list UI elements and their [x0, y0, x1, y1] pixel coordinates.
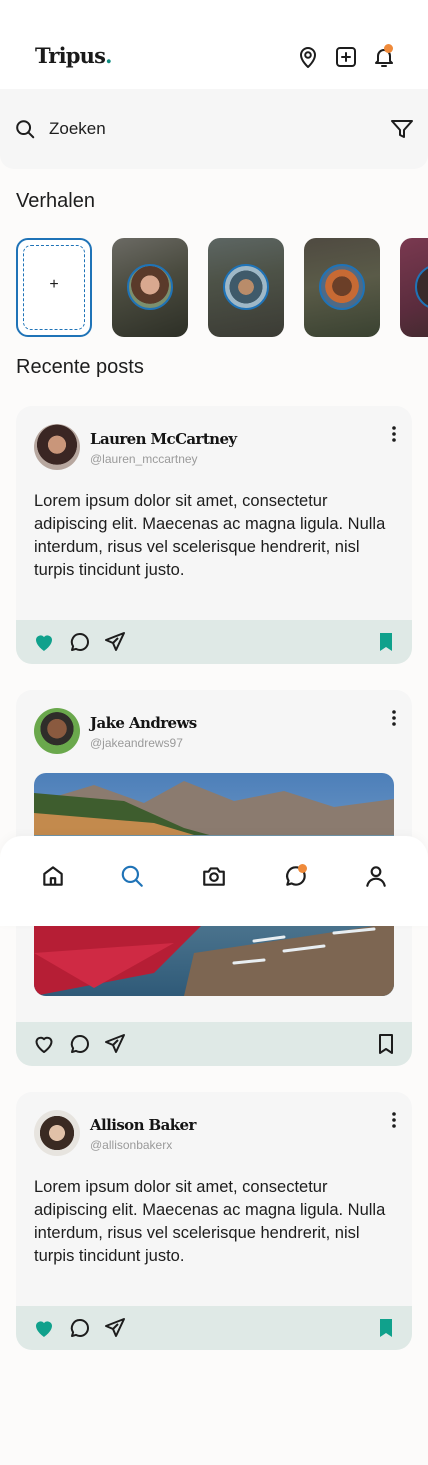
search-icon[interactable] [119, 863, 145, 889]
story-item-3[interactable] [304, 238, 380, 337]
story-item-4[interactable] [400, 238, 428, 337]
share-icon[interactable] [103, 1032, 127, 1056]
more-options-icon[interactable] [386, 1111, 402, 1129]
add-square-icon[interactable] [334, 45, 358, 69]
chat-icon[interactable] [283, 863, 309, 889]
stories-row: + [16, 238, 428, 338]
profile-icon[interactable] [363, 863, 389, 889]
search-bar [0, 89, 428, 169]
post-author-handle: @allisonbakerx [90, 1138, 173, 1152]
story-item-1[interactable] [112, 238, 188, 337]
post-text: Lorem ipsum dolor sit amet, consectetur … [34, 1178, 386, 1265]
post-author-name[interactable]: Jake Andrews [90, 714, 197, 732]
more-options-icon[interactable] [386, 709, 402, 727]
post-author-handle: @jakeandrews97 [90, 736, 183, 750]
add-story-button[interactable]: + [16, 238, 92, 337]
heart-icon[interactable] [32, 630, 56, 654]
avatar[interactable] [34, 708, 80, 754]
avatar[interactable] [34, 424, 80, 470]
post-author-name[interactable]: Lauren McCartney [90, 430, 237, 448]
app-logo[interactable]: Tripus. [35, 43, 112, 68]
comment-icon[interactable] [68, 1316, 92, 1340]
story-avatar [223, 264, 269, 310]
camera-icon[interactable] [201, 863, 227, 889]
heart-icon[interactable] [32, 1316, 56, 1340]
search-input[interactable] [49, 119, 349, 139]
bottom-tab-bar [0, 836, 428, 926]
bookmark-icon[interactable] [374, 630, 398, 654]
more-options-icon[interactable] [386, 425, 402, 443]
notification-dot [384, 44, 393, 53]
post-author-name[interactable]: Allison Baker [90, 1116, 196, 1134]
recent-posts-title: Recente posts [16, 356, 144, 378]
map-pin-icon[interactable] [296, 45, 320, 69]
post-text: Lorem ipsum dolor sit amet, consectetur … [34, 492, 386, 579]
home-icon[interactable] [40, 863, 66, 889]
bookmark-icon[interactable] [374, 1316, 398, 1340]
avatar[interactable] [34, 1110, 80, 1156]
search-icon [16, 120, 35, 139]
story-avatar [415, 264, 428, 310]
story-avatar [127, 264, 173, 310]
add-story-plus: + [49, 276, 59, 293]
post-card: Allison Baker @allisonbakerx Lorem ipsum… [16, 1092, 412, 1350]
share-icon[interactable] [103, 1316, 127, 1340]
post-actions [16, 1306, 412, 1350]
story-avatar [319, 264, 365, 310]
heart-icon[interactable] [32, 1032, 56, 1056]
share-icon[interactable] [103, 630, 127, 654]
comment-icon[interactable] [68, 1032, 92, 1056]
filter-icon[interactable] [390, 117, 414, 141]
post-actions [16, 1022, 412, 1066]
bookmark-icon[interactable] [374, 1032, 398, 1056]
bell-icon[interactable] [372, 44, 396, 69]
comment-icon[interactable] [68, 630, 92, 654]
chat-notification-dot [298, 864, 307, 873]
app-header: Tripus. [0, 0, 428, 89]
post-author-handle: @lauren_mccartney [90, 452, 198, 466]
post-actions [16, 620, 412, 664]
post-card: Lauren McCartney @lauren_mccartney Lorem… [16, 406, 412, 664]
story-item-2[interactable] [208, 238, 284, 337]
stories-title: Verhalen [16, 190, 95, 212]
